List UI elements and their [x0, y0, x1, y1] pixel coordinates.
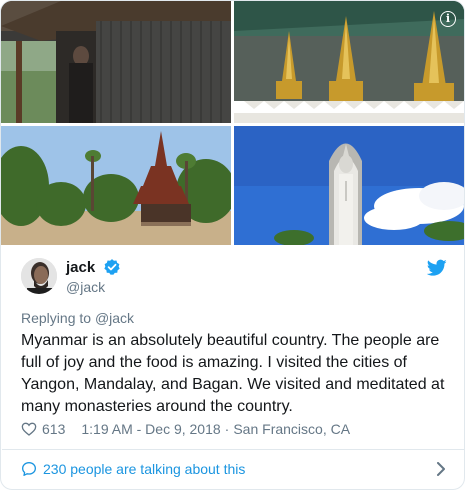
conversation-link[interactable]: 230 people are talking about this: [21, 459, 446, 479]
photo-monastery-wood[interactable]: [1, 1, 231, 123]
chevron-right-icon[interactable]: [436, 462, 446, 476]
photo-golden-stupas[interactable]: i: [234, 1, 464, 123]
replying-to-link[interactable]: @jack: [95, 310, 134, 326]
author-block[interactable]: jack @jack: [66, 258, 121, 295]
info-icon[interactable]: i: [440, 11, 456, 27]
photo-pagoda-trees[interactable]: [1, 126, 231, 245]
tweet-location[interactable]: San Francisco, CA: [233, 421, 350, 437]
photo-buddha-statue[interactable]: [234, 126, 464, 245]
tweet-header: jack @jack: [21, 256, 449, 296]
tweet-timestamp[interactable]: 1:19 AM - Dec 9, 2018: [81, 421, 220, 437]
embedded-tweet-card[interactable]: i jack @jack Replying to @jack Myanmar i…: [0, 0, 465, 490]
tweet-meta: 613 1:19 AM - Dec 9, 2018 · San Francisc…: [21, 421, 350, 437]
user-handle[interactable]: @jack: [66, 279, 121, 295]
talking-count[interactable]: 230 people are talking about this: [43, 461, 245, 477]
twitter-bird-icon[interactable]: [427, 259, 447, 277]
replying-prefix: Replying to: [21, 310, 92, 326]
photo-grid: i: [1, 1, 464, 245]
display-name[interactable]: jack: [66, 259, 95, 276]
avatar[interactable]: [21, 258, 57, 294]
tweet-text: Myanmar is an absolutely beautiful count…: [21, 332, 445, 415]
replying-to: Replying to @jack: [21, 310, 134, 326]
like-count[interactable]: 613: [42, 421, 65, 437]
heart-icon[interactable]: [21, 421, 37, 437]
verified-badge-icon: [104, 259, 120, 275]
divider: [2, 449, 464, 450]
meta-separator: ·: [224, 421, 230, 437]
speech-bubble-icon: [22, 462, 36, 476]
